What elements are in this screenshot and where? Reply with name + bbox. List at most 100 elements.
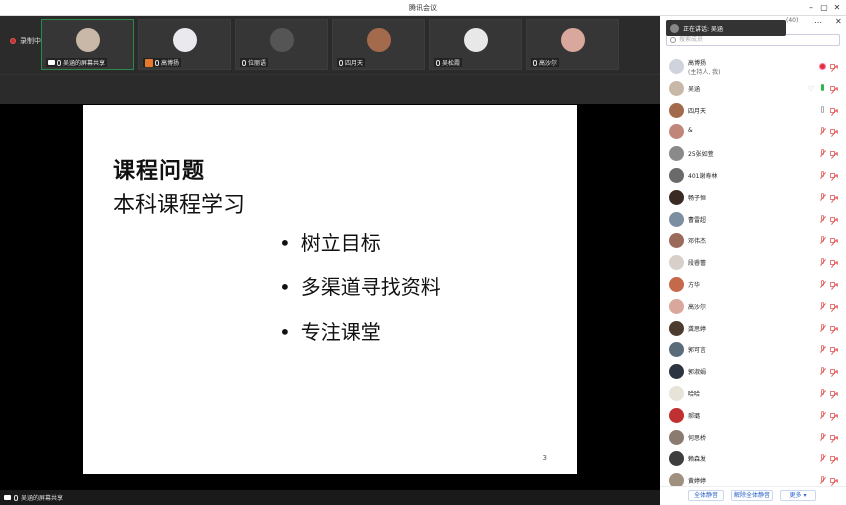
mic-off-icon[interactable]: [819, 192, 826, 202]
mic-off-icon[interactable]: [819, 170, 826, 180]
camera-off-icon[interactable]: [830, 107, 838, 116]
avatar: [464, 28, 488, 52]
more-button[interactable]: 更多 ▾: [780, 490, 816, 501]
participant-row[interactable]: 哈哈: [660, 383, 846, 405]
camera-off-icon[interactable]: [830, 85, 838, 94]
participant-row[interactable]: 郭淑娟: [660, 361, 846, 383]
camera-off-icon[interactable]: [830, 456, 838, 465]
video-thumbnail[interactable]: 四月天: [332, 19, 425, 70]
participant-row[interactable]: 何思桥: [660, 427, 846, 449]
camera-off-icon[interactable]: [830, 412, 838, 421]
slide-bullet: 树立目标: [279, 227, 381, 256]
camera-off-icon[interactable]: [830, 281, 838, 290]
camera-off-icon[interactable]: [830, 369, 838, 378]
mic-off-icon[interactable]: [819, 454, 826, 463]
screen-share-icon: [4, 495, 11, 500]
unmute-all-button[interactable]: 解除全体静音: [731, 490, 773, 501]
participant-row[interactable]: 邓伟杰: [660, 230, 846, 252]
avatar: [561, 28, 585, 52]
camera-off-icon[interactable]: [830, 434, 838, 443]
mic-off-icon[interactable]: [819, 388, 826, 398]
mic-off-icon[interactable]: [819, 127, 826, 136]
mic-icon: [533, 59, 537, 66]
participant-list: 高博扬 (主持人, 我) 吴涵 ♡ 四月天 & 25张如萱 401谢寿林 畅子恒: [660, 56, 846, 492]
camera-off-icon[interactable]: [830, 325, 838, 334]
camera-off-icon[interactable]: [830, 194, 838, 203]
camera-off-icon[interactable]: [830, 129, 838, 138]
participant-row[interactable]: 25张如萱: [660, 143, 846, 165]
video-thumbnail[interactable]: 位丽语: [235, 19, 328, 70]
video-thumbnail[interactable]: 高沙尔: [526, 19, 619, 70]
participant-row[interactable]: 高博扬 (主持人, 我): [660, 56, 846, 78]
participant-row[interactable]: 郝璐: [660, 405, 846, 427]
avatar: [669, 429, 684, 445]
avatar: [270, 28, 294, 52]
participant-row[interactable]: 段睿蕾: [660, 252, 846, 274]
participant-row[interactable]: 曹雷超: [660, 209, 846, 231]
video-thumbnail[interactable]: 吴涵的屏幕共享: [41, 19, 134, 70]
participant-row[interactable]: 吴涵 ♡: [660, 78, 846, 100]
recording-icon[interactable]: [819, 62, 826, 71]
mic-off-icon[interactable]: [819, 279, 826, 289]
mic-icon: [155, 59, 159, 66]
camera-off-icon[interactable]: [830, 172, 838, 181]
maximize-icon[interactable]: ▢: [818, 2, 830, 14]
avatar: [669, 385, 684, 401]
video-thumbnail[interactable]: 高博扬: [138, 19, 231, 70]
mic-off-icon[interactable]: [819, 367, 826, 376]
video-thumbnail[interactable]: 吴松霞: [429, 19, 522, 70]
minimize-icon[interactable]: –: [805, 2, 817, 14]
mic-active-icon[interactable]: [819, 83, 826, 93]
mic-off-icon[interactable]: [819, 236, 826, 245]
slide-title: 课程问题: [113, 158, 206, 184]
camera-off-icon[interactable]: [830, 390, 838, 399]
avatar: [669, 298, 684, 314]
slide-page-number: 3: [542, 454, 547, 462]
mute-all-button[interactable]: 全体静音: [688, 490, 724, 501]
slide-subtitle: 本科课程学习: [113, 193, 246, 218]
close-panel-icon[interactable]: ✕: [835, 17, 842, 26]
slide-bullet: 专注课堂: [279, 316, 381, 345]
avatar: [669, 102, 684, 118]
recording-indicator[interactable]: 录制中: [10, 36, 41, 46]
mic-off-icon[interactable]: [819, 301, 826, 311]
avatar: [669, 124, 684, 140]
camera-off-icon[interactable]: [830, 64, 838, 72]
avatar: [173, 28, 197, 52]
participant-row[interactable]: 龚思婷: [660, 318, 846, 340]
camera-off-icon[interactable]: [830, 478, 838, 487]
mic-off-icon[interactable]: [819, 149, 826, 158]
participant-row[interactable]: 方华: [660, 274, 846, 296]
participant-row[interactable]: &: [660, 121, 846, 143]
mic-icon: [14, 494, 18, 501]
participant-count: (40): [786, 17, 799, 24]
mic-off-icon[interactable]: [819, 323, 826, 333]
participant-row[interactable]: 郭可言: [660, 339, 846, 361]
heart-icon: ♡: [808, 84, 815, 93]
speaker-avatar: [670, 23, 679, 33]
mic-off-icon[interactable]: [819, 214, 826, 224]
camera-off-icon[interactable]: [830, 238, 838, 247]
camera-off-icon[interactable]: [830, 260, 838, 269]
avatar: [669, 189, 684, 205]
mic-off-icon[interactable]: [819, 476, 826, 485]
participant-row[interactable]: 赖森发: [660, 448, 846, 470]
video-thumbnail-strip: 录制中 吴涵的屏幕共享 高博扬 位丽语 四月天 吴松霞 高沙尔: [0, 16, 660, 74]
more-options-icon[interactable]: ⋯: [814, 18, 822, 27]
mic-off-icon[interactable]: [819, 258, 826, 267]
close-window-icon[interactable]: ✕: [831, 2, 843, 14]
camera-off-icon[interactable]: [830, 216, 838, 225]
participant-row[interactable]: 四月天: [660, 100, 846, 122]
mic-icon[interactable]: [819, 105, 826, 115]
mic-off-icon[interactable]: [819, 345, 826, 354]
participant-row[interactable]: 畅子恒: [660, 187, 846, 209]
mic-off-icon[interactable]: [819, 410, 826, 420]
avatar: [669, 320, 684, 336]
mic-off-icon[interactable]: [819, 432, 826, 442]
camera-off-icon[interactable]: [830, 303, 838, 312]
avatar: [669, 364, 684, 380]
camera-off-icon[interactable]: [830, 151, 838, 160]
camera-off-icon[interactable]: [830, 347, 838, 356]
participant-row[interactable]: 高沙尔: [660, 296, 846, 318]
participant-row[interactable]: 401谢寿林: [660, 165, 846, 187]
